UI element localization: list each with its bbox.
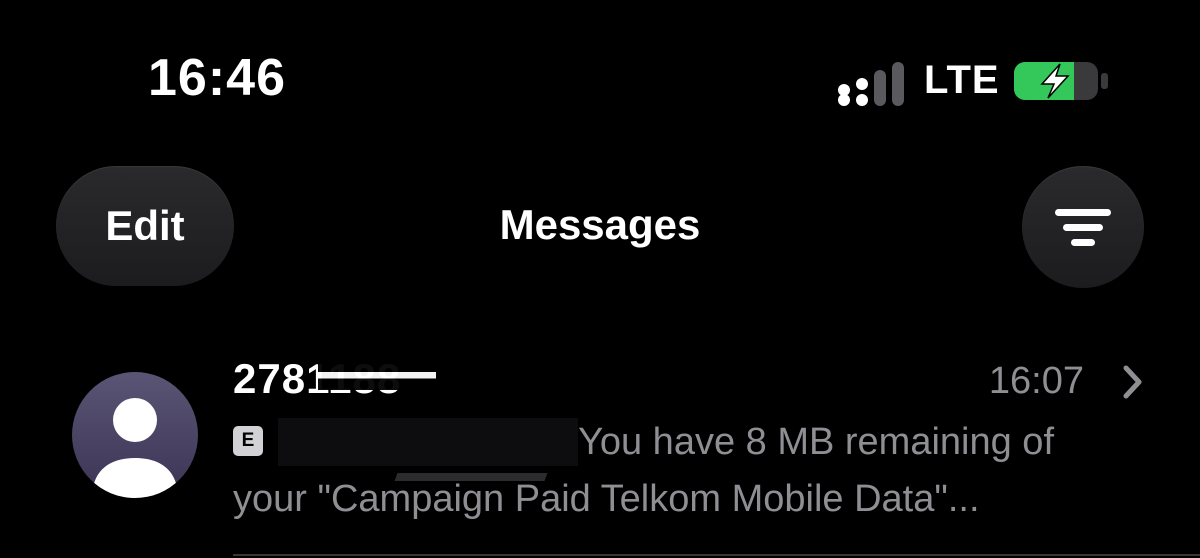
conversation-row[interactable]: 2781188 16:07 E You have 8 MB remaining … (0, 340, 1200, 558)
battery-charging-icon (1014, 62, 1108, 100)
filter-button[interactable] (1022, 166, 1144, 288)
page-title: Messages (499, 201, 701, 248)
status-time: 16:46 (148, 49, 286, 107)
message-time: 16:07 (988, 360, 1084, 402)
filter-lines-icon (1055, 209, 1111, 246)
network-type: LTE (924, 58, 1000, 102)
redaction-mark (318, 360, 436, 390)
message-preview-line-1: You have 8 MB remaining of (578, 421, 1055, 463)
redacted-area (278, 418, 578, 466)
message-preview-line-2: your "Campaign Paid Telkom Mobile Data".… (233, 478, 980, 520)
person-icon (92, 398, 178, 498)
avatar (72, 372, 198, 498)
sim-badge: E (233, 426, 263, 456)
signal-icon (838, 62, 904, 106)
edit-button[interactable]: Edit (56, 166, 234, 286)
row-separator (233, 554, 1200, 556)
chevron-right-icon (1123, 365, 1142, 399)
